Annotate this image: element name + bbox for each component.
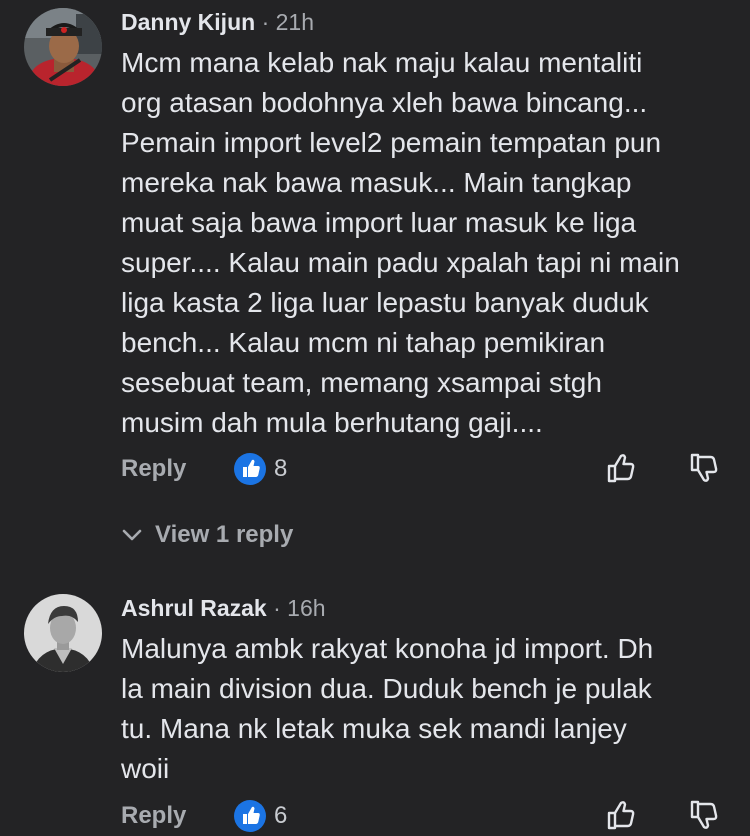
chevron-down-icon	[122, 529, 142, 541]
reply-button[interactable]: Reply	[121, 453, 186, 485]
comment-text: Malunya ambk rakyat konoha jd import. Dh…	[121, 633, 654, 784]
view-replies-label: View 1 reply	[155, 521, 294, 548]
author-name[interactable]: Danny Kijun	[121, 9, 255, 35]
comment-actions: Reply 8	[0, 449, 750, 489]
upvote-button[interactable]	[603, 796, 641, 834]
thumbs-up-outline-icon	[607, 454, 635, 483]
comment-timestamp[interactable]: 21h	[276, 9, 314, 35]
thumbs-up-outline-icon	[607, 801, 635, 830]
header-separator: ·	[261, 9, 270, 35]
thumbs-down-outline-icon	[690, 800, 718, 829]
downvote-button[interactable]	[686, 449, 724, 487]
thumbs-up-icon	[234, 453, 266, 485]
like-count: 6	[274, 802, 288, 829]
downvote-button[interactable]	[686, 796, 724, 834]
header-separator: ·	[273, 595, 281, 621]
upvote-button[interactable]	[603, 449, 641, 487]
comment-actions: Reply 6	[0, 796, 750, 836]
thumbs-down-outline-icon	[690, 453, 718, 482]
author-name[interactable]: Ashrul Razak	[121, 595, 267, 621]
comment-header: Danny Kijun · 21h	[121, 8, 314, 36]
avatar[interactable]	[24, 8, 102, 86]
thumbs-up-icon	[234, 800, 266, 832]
comment-header: Ashrul Razak · 16h	[121, 594, 326, 622]
reply-button[interactable]: Reply	[121, 800, 186, 832]
like-count: 8	[274, 455, 288, 482]
comment-timestamp[interactable]: 16h	[287, 595, 325, 621]
comment-text: Mcm mana kelab nak maju kalau mentaliti …	[121, 47, 680, 438]
avatar[interactable]	[24, 594, 102, 672]
